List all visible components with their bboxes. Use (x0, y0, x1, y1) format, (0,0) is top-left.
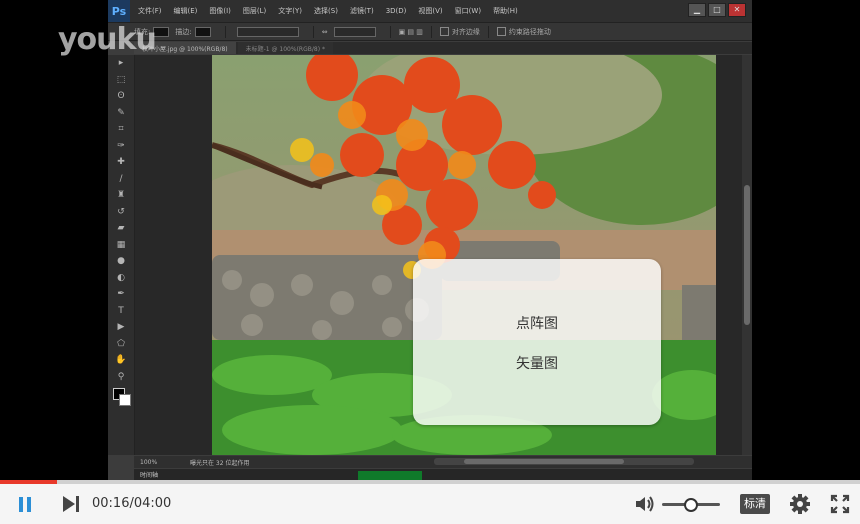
menu-item[interactable]: 图层(L) (243, 7, 266, 15)
photoshop-logo: Ps (108, 0, 130, 22)
volume-icon[interactable] (634, 494, 656, 514)
path-select-icon[interactable]: ▶ (108, 319, 134, 336)
dodge-tool-icon[interactable]: ◐ (108, 270, 134, 287)
link-icon[interactable]: ⇔ (322, 28, 328, 36)
progress-bar[interactable] (0, 480, 860, 484)
status-bar: 100% 曝光只在 32 位起作用 (134, 456, 752, 468)
options-bar: 填充: 描边: ⇔ ▣ ▤ ▥ 对齐边缘 约束路径拖动 (108, 23, 752, 41)
history-brush-icon[interactable]: ↺ (108, 204, 134, 221)
close-icon[interactable]: ✕ (728, 3, 746, 17)
tools-panel: ▸ ⬚ ʘ ✎ ⌗ ✑ ✚ ∕ ♜ ↺ ▰ ▦ ● ◐ ✒ T ▶ ⬠ ✋ ⚲ (108, 55, 135, 455)
crop-tool-icon[interactable]: ⌗ (108, 121, 134, 138)
hand-tool-icon[interactable]: ✋ (108, 352, 134, 369)
healing-brush-icon[interactable]: ✚ (108, 154, 134, 171)
minimize-icon[interactable]: ▁ (688, 3, 706, 17)
shape-tool-icon[interactable]: ⬠ (108, 336, 134, 353)
fullscreen-icon[interactable] (828, 493, 852, 515)
type-tool-icon[interactable]: T (108, 303, 134, 320)
vector-label: 矢量图 (516, 356, 558, 372)
eyedropper-icon[interactable]: ✑ (108, 138, 134, 155)
menu-item[interactable]: 编辑(E) (174, 7, 198, 15)
menu-item[interactable]: 滤镜(T) (350, 7, 374, 15)
pen-tool-icon[interactable]: ✒ (108, 286, 134, 303)
move-tool-icon[interactable]: ▸ (108, 55, 134, 72)
menu-item[interactable]: 图像(I) (209, 7, 231, 15)
next-icon[interactable] (60, 494, 82, 514)
zoom-tool-icon[interactable]: ⚲ (108, 369, 134, 386)
menu: 文件(F) 编辑(E) 图像(I) 图层(L) 文字(Y) 选择(S) 滤镜(T) 3D(D)… (138, 6, 530, 16)
stroke-label: 描边: (175, 27, 192, 36)
lasso-tool-icon[interactable]: ʘ (108, 88, 134, 105)
horizontal-scrollbar[interactable] (434, 458, 694, 465)
menu-item[interactable]: 窗口(W) (455, 7, 481, 15)
timeline-label[interactable]: 时间轴 (140, 470, 158, 479)
height-field[interactable] (333, 26, 376, 37)
overlay-card: 点阵图 矢量图 (413, 259, 661, 425)
document-tabs: 秋叶小屋.jpg @ 100%(RGB/8) 未标题-1 @ 100%(RGB/… (134, 42, 752, 54)
menu-item[interactable]: 文字(Y) (278, 7, 302, 15)
timeline-button[interactable] (358, 471, 422, 480)
menu-item[interactable]: 帮助(H) (493, 7, 518, 15)
stroke-swatch[interactable] (194, 26, 211, 37)
align-edges-checkbox[interactable] (439, 27, 449, 36)
bitmap-label: 点阵图 (516, 316, 558, 332)
constrain-path-checkbox[interactable] (496, 27, 506, 36)
menu-item[interactable]: 3D(D) (386, 7, 407, 15)
clone-stamp-icon[interactable]: ♜ (108, 187, 134, 204)
maximize-icon[interactable]: □ (708, 3, 726, 17)
progress-fill (0, 480, 58, 484)
menu-item[interactable]: 选择(S) (314, 7, 338, 15)
eraser-icon[interactable]: ▰ (108, 220, 134, 237)
youku-watermark: youku (58, 22, 157, 57)
gear-icon[interactable] (788, 493, 812, 515)
timeline-panel: 时间轴 (134, 469, 752, 480)
pause-icon[interactable] (14, 494, 36, 514)
constrain-path-label: 约束路径拖动 (508, 27, 551, 36)
quality-button[interactable]: 标清 (740, 494, 770, 514)
window-controls: ▁ □ ✕ (688, 3, 746, 17)
volume-knob[interactable] (684, 498, 698, 512)
gradient-tool-icon[interactable]: ▦ (108, 237, 134, 254)
photoshop-menubar: Ps 文件(F) 编辑(E) 图像(I) 图层(L) 文字(Y) 选择(S) 滤镜(T) 3D… (108, 0, 752, 23)
time-display: 00:16/04:00 (92, 496, 172, 511)
video-frame[interactable]: Ps 文件(F) 编辑(E) 图像(I) 图层(L) 文字(Y) 选择(S) 滤镜(T) 3D… (0, 0, 860, 480)
menu-item[interactable]: 文件(F) (138, 7, 162, 15)
zoom-level[interactable]: 100% (134, 459, 170, 466)
quick-select-icon[interactable]: ✎ (108, 105, 134, 122)
menu-item[interactable]: 视图(V) (418, 7, 442, 15)
brush-tool-icon[interactable]: ∕ (108, 171, 134, 188)
volume-slider[interactable] (662, 498, 720, 512)
stroke-width-field[interactable] (236, 26, 299, 37)
path-ops-icon[interactable]: ▣ ▤ ▥ (399, 28, 423, 36)
status-info: 曝光只在 32 位起作用 (190, 459, 250, 467)
vertical-scrollbar[interactable] (742, 55, 752, 455)
align-edges-label: 对齐边缘 (451, 27, 480, 36)
marquee-tool-icon[interactable]: ⬚ (108, 72, 134, 89)
tab-document-2[interactable]: 未标题-1 @ 100%(RGB/8) * (237, 42, 333, 54)
color-swatches-icon[interactable] (108, 385, 134, 409)
blur-tool-icon[interactable]: ● (108, 253, 134, 270)
